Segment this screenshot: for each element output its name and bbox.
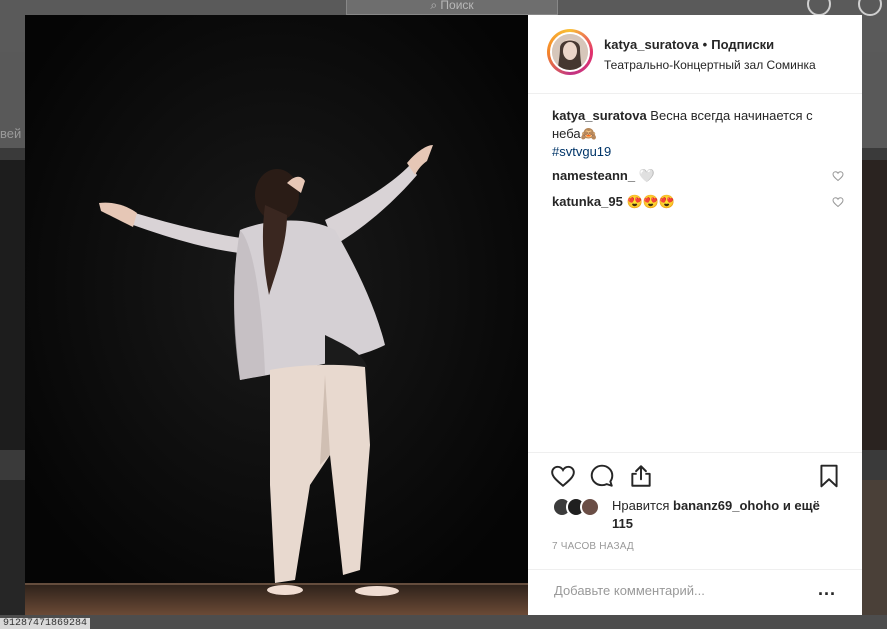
comment-input[interactable] xyxy=(552,582,806,599)
post-timestamp[interactable]: 7 ЧАСОВ НАЗАД xyxy=(552,541,634,552)
likes-prefix: Нравится xyxy=(612,498,670,513)
follow-status-button[interactable]: Подписки xyxy=(711,37,774,52)
comment-username[interactable]: katunka_95 xyxy=(552,194,623,209)
comment-text: 🤍 xyxy=(638,168,655,183)
comment-item: namesteann_ 🤍 xyxy=(552,167,844,187)
dancer-photo-illustration xyxy=(25,15,528,615)
caption: katya_suratova Весна всегда начинается с… xyxy=(552,107,844,161)
liker-avatar xyxy=(580,497,600,517)
background-photo-right xyxy=(862,160,887,450)
comment-icon[interactable] xyxy=(589,463,615,489)
comment-text: 😍😍😍 xyxy=(626,194,676,209)
heart-icon[interactable] xyxy=(550,463,576,489)
comment-username[interactable]: namesteann_ xyxy=(552,168,635,183)
liker-avatars[interactable] xyxy=(552,497,606,517)
header-username[interactable]: katya_suratova xyxy=(604,37,699,52)
avatar[interactable] xyxy=(550,32,590,72)
background-bottom-row xyxy=(0,615,887,629)
background-text: вей xyxy=(0,126,22,141)
post-side-panel: katya_suratova • Подписки Театрально-Конце… xyxy=(528,15,862,615)
comment-item: katunka_95 😍😍😍 xyxy=(552,193,844,213)
caption-hashtag[interactable]: #svtvgu19 xyxy=(552,143,844,161)
likes-text: Нравится bananz69_ohoho и ещё 115 xyxy=(612,497,842,533)
comment-like-heart-icon[interactable] xyxy=(832,170,844,182)
post-modal: katya_suratova • Подписки Театрально-Конце… xyxy=(25,15,862,615)
avatar-image xyxy=(552,34,588,70)
share-icon[interactable] xyxy=(628,463,654,489)
post-location[interactable]: Театрально-Концертный зал Соминка xyxy=(604,58,816,72)
post-photo[interactable] xyxy=(25,15,528,615)
comments-list: katya_suratova Весна всегда начинается с… xyxy=(552,107,844,213)
background-photo-bottom-right xyxy=(862,480,887,629)
background-photo-left xyxy=(0,160,25,450)
more-icon[interactable]: ... xyxy=(818,580,836,598)
story-ring[interactable] xyxy=(547,29,593,75)
bookmark-icon[interactable] xyxy=(816,463,842,489)
search-icon: ⌕ xyxy=(430,0,438,12)
add-comment-box: ... xyxy=(528,569,862,616)
status-bar-url: 91287471869284 xyxy=(0,618,91,629)
header-separator: • xyxy=(702,37,708,52)
background-search: ⌕ Поиск xyxy=(346,0,558,15)
background-photo-bottom-left xyxy=(0,480,25,629)
post-header: katya_suratova • Подписки Театрально-Конце… xyxy=(528,15,862,94)
comment-like-heart-icon[interactable] xyxy=(832,196,844,208)
header-username-line: katya_suratova • Подписки xyxy=(604,37,774,52)
likes-user-link[interactable]: bananz69_ohoho xyxy=(673,498,779,513)
caption-username[interactable]: katya_suratova xyxy=(552,108,647,123)
